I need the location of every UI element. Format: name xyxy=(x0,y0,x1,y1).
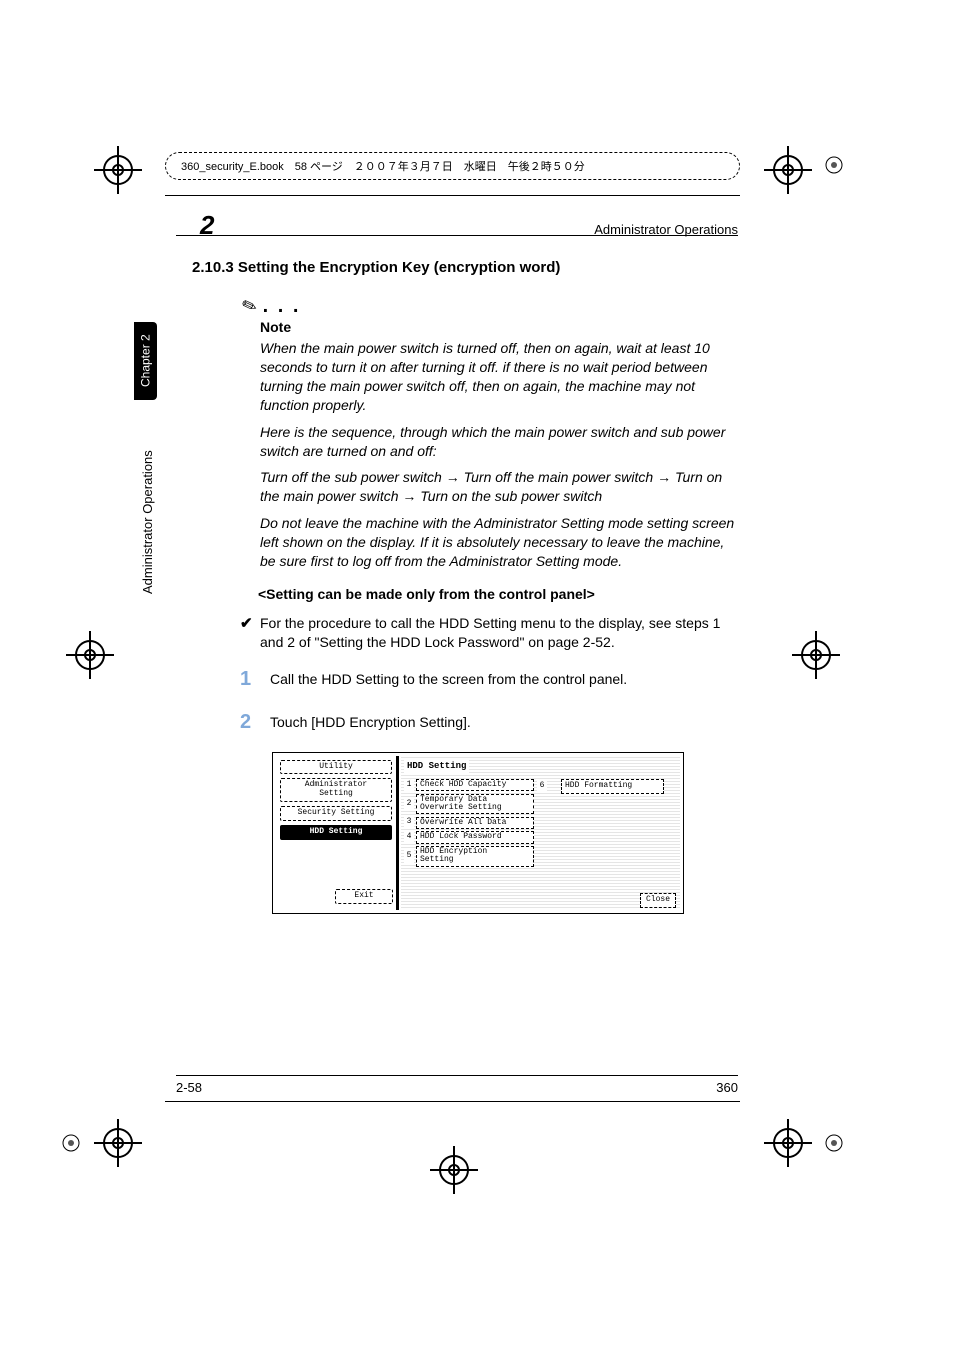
check-line: ✔ For the procedure to call the HDD Sett… xyxy=(240,614,737,652)
step-2-text: Touch [HDD Encryption Setting]. xyxy=(270,709,737,732)
check-icon: ✔ xyxy=(240,614,260,634)
note-icon: ✎ . . . xyxy=(242,296,787,316)
corner-dot-br xyxy=(825,1134,843,1152)
lcd-right-pane: HDD Setting 1Check HDD Capacity 2Tempora… xyxy=(401,756,680,910)
lcd-option-6[interactable]: 6HDD Formatting xyxy=(537,779,664,794)
reg-mark-bot-right xyxy=(758,1113,818,1173)
note-p1: When the main power switch is turned off… xyxy=(260,339,737,415)
arrow-icon: → xyxy=(402,488,416,504)
lcd-option-4[interactable]: 4HDD Lock Password xyxy=(404,831,534,844)
check-text: For the procedure to call the HDD Settin… xyxy=(260,614,737,652)
step-1-text: Call the HDD Setting to the screen from … xyxy=(270,666,737,689)
lcd-option-3[interactable]: 3Overwrite All Data xyxy=(404,816,534,829)
side-label: Administrator Operations xyxy=(140,430,155,615)
lcd-pane-title: HDD Setting xyxy=(404,759,469,773)
lcd-option-2[interactable]: 2Temporary Data Overwrite Setting xyxy=(404,794,534,815)
side-tab-chapter: Chapter 2 xyxy=(134,322,157,400)
side-label-text: Administrator Operations xyxy=(140,451,155,595)
running-header-rule xyxy=(176,235,738,236)
lcd-btn-utility[interactable]: Utility xyxy=(280,760,392,775)
lcd-btn-security[interactable]: Security Setting xyxy=(280,806,392,821)
note-label: Note xyxy=(260,318,737,337)
reg-mark-mid-right xyxy=(786,625,846,685)
note-p2: Here is the sequence, through which the … xyxy=(260,423,737,461)
reg-mark-bot-center xyxy=(424,1140,484,1200)
lcd-option-5[interactable]: 5HDD Encryption Setting xyxy=(404,846,534,867)
print-header-strip: 360_security_E.book 58 ページ ２００７年３月７日 水曜日… xyxy=(165,152,740,180)
reg-mark-bot-left xyxy=(88,1113,148,1173)
section-title: 2.10.3 Setting the Encryption Key (encry… xyxy=(192,258,737,278)
running-header: 2 Administrator Operations xyxy=(200,210,738,241)
print-header-text: 360_security_E.book 58 ページ ２００７年３月７日 水曜日… xyxy=(181,158,585,174)
corner-dot-tr xyxy=(825,156,843,174)
step-1: 1 Call the HDD Setting to the screen fro… xyxy=(240,666,737,693)
footer-model: 360 xyxy=(716,1080,738,1095)
lcd-btn-admin[interactable]: Administrator Setting xyxy=(280,778,392,802)
corner-dot-bl xyxy=(62,1134,80,1152)
lcd-left-pane: Utility Administrator Setting Security S… xyxy=(276,756,399,910)
step-2: 2 Touch [HDD Encryption Setting]. xyxy=(240,709,737,736)
side-tab-chapter-text: Chapter 2 xyxy=(139,335,153,388)
lcd-screenshot: Utility Administrator Setting Security S… xyxy=(272,752,684,914)
footer-page: 2-58 xyxy=(176,1080,202,1095)
note-body: When the main power switch is turned off… xyxy=(260,339,737,571)
reg-mark-mid-left xyxy=(60,625,120,685)
step-number: 2 xyxy=(240,709,270,736)
lcd-option-1[interactable]: 1Check HDD Capacity xyxy=(404,779,534,792)
lcd-btn-hdd-setting[interactable]: HDD Setting xyxy=(280,825,392,840)
lcd-btn-exit[interactable]: Exit xyxy=(335,889,393,904)
note-p3: Turn off the sub power switch → Turn off… xyxy=(260,468,737,506)
lcd-btn-close[interactable]: Close xyxy=(640,893,676,908)
reg-mark-top-right xyxy=(758,140,818,200)
page-footer: 2-58 360 xyxy=(176,1075,738,1095)
arrow-icon: → xyxy=(446,469,460,485)
reg-mark-top-left xyxy=(88,140,148,200)
chapter-number: 2 xyxy=(200,210,214,241)
sub-heading: <Setting can be made only from the contr… xyxy=(258,585,737,604)
note-p4: Do not leave the machine with the Admini… xyxy=(260,514,737,571)
page-body: 2.10.3 Setting the Encryption Key (encry… xyxy=(192,258,737,914)
step-number: 1 xyxy=(240,666,270,693)
arrow-icon: → xyxy=(657,469,671,485)
